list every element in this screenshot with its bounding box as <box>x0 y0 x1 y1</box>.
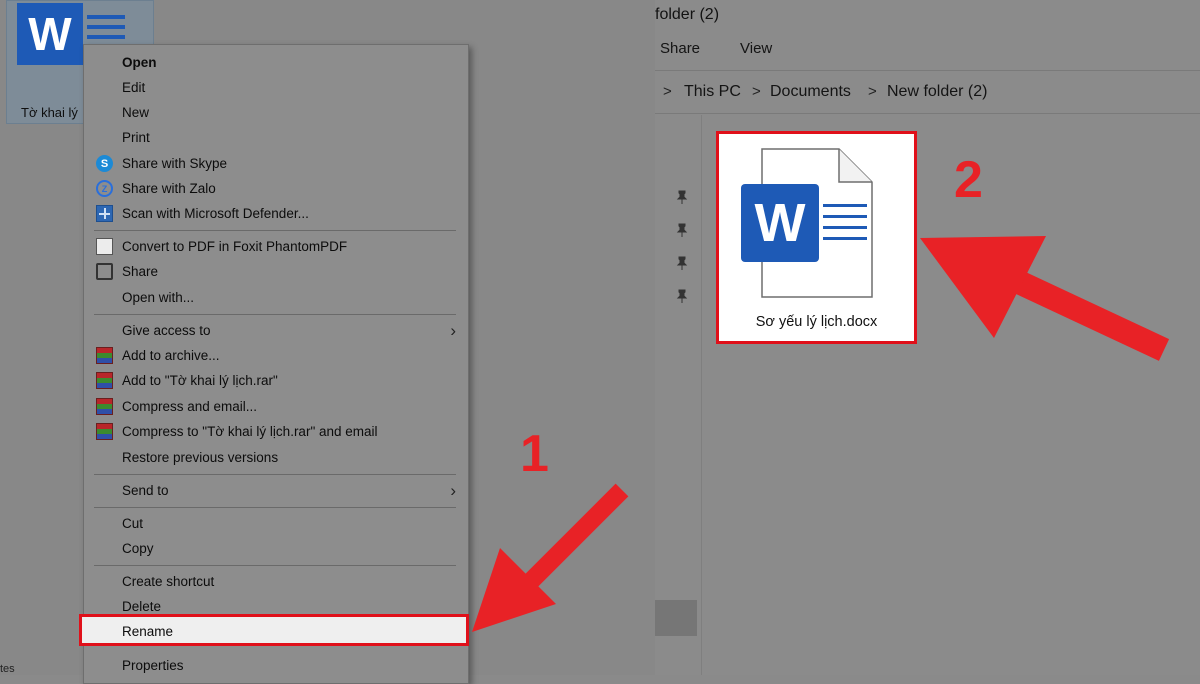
left-panel-desktop: W Tờ khai lý tes Open Edit New Print S S… <box>0 0 655 684</box>
breadcrumb-separator: > <box>663 83 672 100</box>
pin-icon[interactable] <box>675 223 689 237</box>
breadcrumb-documents[interactable]: Documents <box>770 83 851 101</box>
word-document-icon: W <box>741 184 819 262</box>
pin-icon[interactable] <box>675 256 689 270</box>
pin-icon[interactable] <box>675 190 689 204</box>
file-name-label[interactable]: Sơ yếu lý lịch.docx <box>719 314 914 330</box>
tab-share[interactable]: Share <box>660 40 700 57</box>
breadcrumb-separator: > <box>868 83 877 100</box>
breadcrumb-this-pc[interactable]: This PC <box>684 83 741 101</box>
word-lines-icon <box>823 204 867 248</box>
pin-icon[interactable] <box>675 289 689 303</box>
window-title: folder (2) <box>655 6 720 23</box>
tab-view[interactable]: View <box>740 40 772 57</box>
explorer-file-item[interactable]: W Sơ yếu lý lịch.docx <box>716 131 917 344</box>
nav-pane-divider <box>701 115 702 675</box>
nav-pane-selection <box>655 600 697 636</box>
address-bar[interactable]: > This PC > Documents > New folder (2) <box>655 70 1200 114</box>
annotation-arrow-1 <box>472 483 629 632</box>
step-number-2: 2 <box>954 151 983 209</box>
breadcrumb-separator: > <box>752 83 761 100</box>
breadcrumb-new-folder[interactable]: New folder (2) <box>887 83 987 101</box>
